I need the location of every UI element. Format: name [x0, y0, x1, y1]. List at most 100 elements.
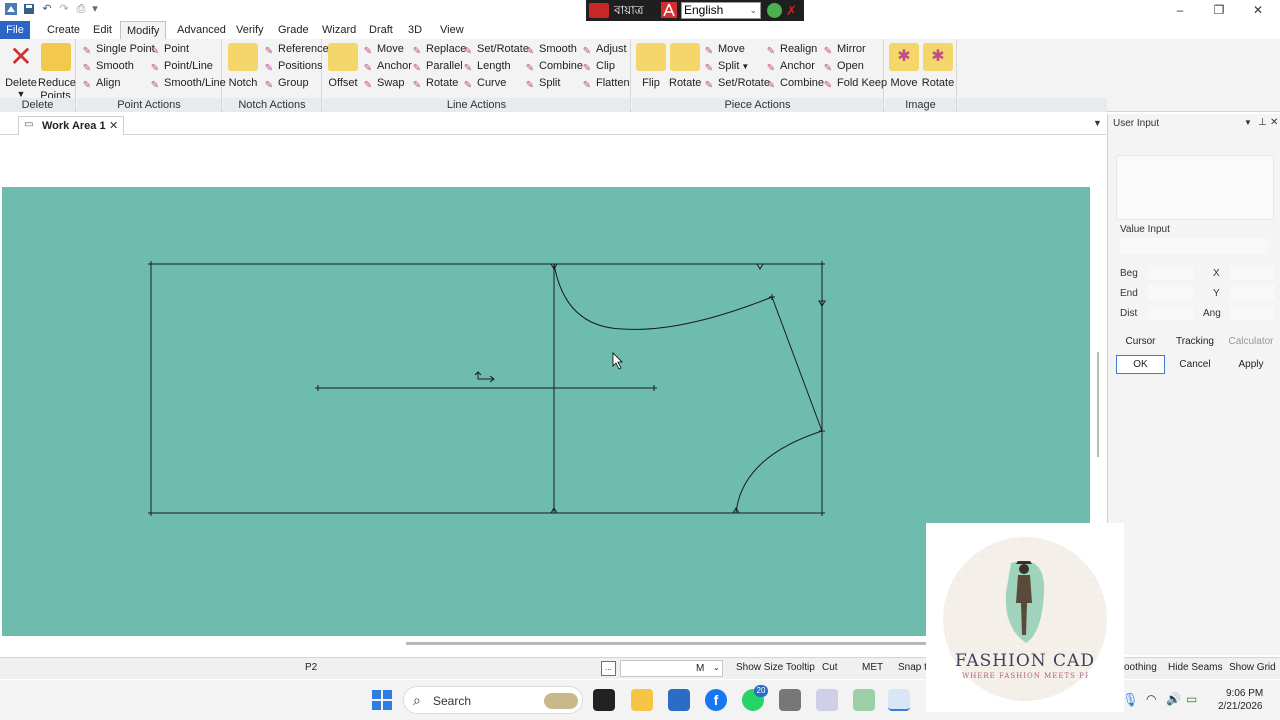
beg-field[interactable]	[1148, 265, 1193, 280]
adjust-button[interactable]: ✎ Adjust	[581, 41, 627, 58]
piece-move-button[interactable]: ✎ Move	[703, 41, 745, 58]
tab-wizard[interactable]: Wizard	[316, 21, 362, 39]
calculator-icon[interactable]	[779, 689, 801, 711]
smooth-line-button[interactable]: ✎ Smooth/Line	[149, 75, 226, 92]
acrobat-icon[interactable]	[661, 2, 677, 18]
chevron-down-icon[interactable]: ▼	[1093, 118, 1102, 128]
close-window-button[interactable]: ✕	[1239, 0, 1277, 20]
minimize-button[interactable]: –	[1161, 0, 1199, 20]
fold-keep-button[interactable]: ✎ Fold Keep	[822, 75, 887, 92]
delete-button[interactable]: ✕ Delete ▼	[5, 43, 37, 99]
reference-button[interactable]: ✎ Reference	[263, 41, 329, 58]
facebook-icon[interactable]: f	[705, 689, 727, 711]
y-field[interactable]	[1230, 285, 1275, 300]
smoothing-button[interactable]: oothing	[1124, 662, 1157, 673]
units-button[interactable]: MET	[862, 662, 883, 673]
tab-file[interactable]: File	[0, 21, 30, 39]
single-point-button[interactable]: ✎ Single Point	[81, 41, 155, 58]
show-grid-button[interactable]: Show Grid	[1229, 662, 1276, 673]
show-size-tooltip-button[interactable]: Show Size Tooltip	[736, 662, 815, 673]
vertical-scrollbar[interactable]	[1097, 352, 1099, 457]
language-select[interactable]: English ⌄	[681, 2, 761, 19]
calculator-button[interactable]: Calculator	[1224, 332, 1278, 351]
customize-quick-access-icon[interactable]: ▾	[90, 2, 100, 16]
tab-work-area-1[interactable]: ▭ Work Area 1 ✕	[18, 116, 124, 135]
windows-start-icon[interactable]	[371, 689, 393, 711]
line-rotate-button[interactable]: ✎ Rotate	[411, 75, 459, 92]
save-icon[interactable]	[22, 2, 36, 16]
tab-edit[interactable]: Edit	[87, 21, 118, 39]
tab-modify[interactable]: Modify	[120, 21, 167, 39]
mirror-button[interactable]: ✎ Mirror	[822, 41, 866, 58]
tab-advanced[interactable]: Advanced	[171, 21, 232, 39]
piece-anchor-button[interactable]: ✎ Anchor	[765, 58, 815, 75]
point-line-button[interactable]: ✎ Point/Line	[149, 58, 213, 75]
dist-field[interactable]	[1148, 305, 1193, 320]
value-input-field[interactable]	[1120, 238, 1268, 254]
close-icon[interactable]: ✕	[1270, 117, 1278, 128]
globe-icon[interactable]	[767, 3, 782, 18]
tab-verify[interactable]: Verify	[230, 21, 270, 39]
flatten-button[interactable]: ✎ Flatten	[581, 75, 630, 92]
parallel-button[interactable]: ✎ Parallel	[411, 58, 463, 75]
line-split-button[interactable]: ✎ Split	[524, 75, 561, 92]
tab-view[interactable]: View	[434, 21, 470, 39]
redo-icon[interactable]: ↷	[57, 2, 71, 16]
tab-grade[interactable]: Grade	[272, 21, 315, 39]
piece-split-button[interactable]: ✎ Split ▼	[703, 58, 750, 75]
offset-button[interactable]: Offset	[327, 43, 359, 90]
cursor-button[interactable]: Cursor	[1116, 332, 1165, 351]
tab-draft[interactable]: Draft	[363, 21, 399, 39]
align-button[interactable]: ✎ Align	[81, 75, 121, 92]
end-field[interactable]	[1148, 285, 1193, 300]
image-move-button[interactable]: ✱ Move	[889, 43, 919, 90]
positions-button[interactable]: ✎ Positions	[263, 58, 323, 75]
close-icon[interactable]: ✕	[109, 119, 118, 132]
clip-button[interactable]: ✎ Clip	[581, 58, 615, 75]
realign-button[interactable]: ✎ Realign	[765, 41, 818, 58]
taskbar-search[interactable]: ⌕ Search	[403, 686, 583, 714]
length-button[interactable]: ✎ Length	[462, 58, 511, 75]
x-field[interactable]	[1230, 265, 1275, 280]
chevron-down-icon[interactable]: ▼	[1244, 118, 1252, 127]
set-rotate-button[interactable]: ✎ Set/Rotate	[462, 41, 529, 58]
cad-app-icon[interactable]	[888, 689, 910, 711]
hide-seams-button[interactable]: Hide Seams	[1168, 662, 1222, 673]
tool-icon[interactable]: ✗	[786, 3, 798, 18]
browse-button[interactable]: ...	[601, 661, 616, 676]
wifi-icon[interactable]: ◠	[1146, 692, 1156, 706]
cancel-button[interactable]: Cancel	[1169, 355, 1221, 374]
smooth-button[interactable]: ✎ Smooth	[81, 58, 134, 75]
curve-button[interactable]: ✎ Curve	[462, 75, 507, 92]
line-move-button[interactable]: ✎ Move	[362, 41, 404, 58]
snipping-tool-icon[interactable]	[816, 689, 838, 711]
tab-3d[interactable]: 3D	[402, 21, 428, 39]
size-select[interactable]: M ⌄	[620, 660, 723, 677]
line-anchor-button[interactable]: ✎ Anchor	[362, 58, 412, 75]
undo-icon[interactable]: ↶	[40, 2, 54, 16]
piece-combine-button[interactable]: ✎ Combine	[765, 75, 824, 92]
file-explorer-icon[interactable]	[631, 689, 653, 711]
tab-create[interactable]: Create	[41, 21, 86, 39]
reduce-points-button[interactable]: Reduce Points	[38, 43, 76, 103]
line-smooth-button[interactable]: ✎ Smooth	[524, 41, 577, 58]
image-rotate-button[interactable]: ✱ Rotate	[921, 43, 955, 90]
swap-button[interactable]: ✎ Swap	[362, 75, 405, 92]
print-icon[interactable]: ⎙	[74, 2, 88, 16]
battery-icon[interactable]: ▭	[1186, 692, 1197, 706]
app-icon[interactable]	[853, 689, 875, 711]
replace-button[interactable]: ✎ Replace	[411, 41, 467, 58]
piece-set-rotate-button[interactable]: ✎ Set/Rotate	[703, 75, 770, 92]
point-button[interactable]: ✎ Point	[149, 41, 189, 58]
line-combine-button[interactable]: ✎ Combine	[524, 58, 583, 75]
terminal-icon[interactable]	[593, 689, 615, 711]
open-button[interactable]: ✎ Open	[822, 58, 864, 75]
ang-field[interactable]	[1230, 305, 1275, 320]
cut-button[interactable]: Cut	[822, 662, 838, 673]
volume-icon[interactable]: 🔊	[1166, 692, 1181, 706]
piece-rotate-button[interactable]: Rotate	[669, 43, 701, 90]
maximize-button[interactable]: ❐	[1200, 0, 1238, 20]
ok-button[interactable]: OK	[1116, 355, 1165, 374]
tracking-button[interactable]: Tracking	[1169, 332, 1221, 351]
store-icon[interactable]	[668, 689, 690, 711]
